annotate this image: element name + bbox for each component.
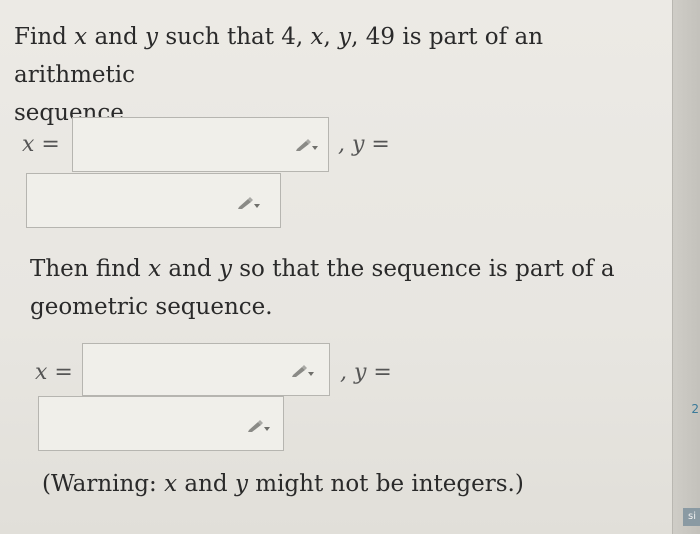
adjacent-window-edge: 2 si	[672, 0, 700, 534]
prompt-text: such that 4,	[158, 24, 311, 50]
edge-badge: si	[683, 508, 700, 526]
arith-x-label: x =	[22, 132, 60, 157]
warning-text: might not be integers.)	[247, 471, 524, 497]
warning-text: and	[177, 471, 235, 497]
geometric-prompt: Then find x and y so that the sequence i…	[30, 250, 650, 326]
var-x: x	[148, 256, 162, 282]
arithmetic-prompt: Find x and y such that 4, x, y, 49 is pa…	[14, 18, 654, 132]
arith-y-label: , y =	[338, 132, 390, 157]
pencil-dropdown-icon[interactable]	[237, 196, 261, 210]
prompt-text: Find	[14, 24, 75, 50]
var-x: x	[74, 24, 88, 50]
warning-note: (Warning: x and y might not be integers.…	[42, 465, 642, 503]
pencil-dropdown-icon[interactable]	[295, 138, 319, 152]
prompt-text: and	[161, 256, 219, 282]
prompt-text: ,	[323, 24, 339, 50]
geom-y-input[interactable]	[38, 396, 284, 451]
prompt-text: so that the sequence is part of a	[231, 256, 615, 282]
prompt-text: Then find	[30, 256, 149, 282]
pencil-dropdown-icon[interactable]	[291, 364, 315, 378]
var-x: x	[164, 471, 178, 497]
arith-x-input[interactable]	[72, 117, 329, 172]
edge-mark: 2	[691, 402, 699, 416]
var-y: y	[145, 24, 159, 50]
geom-x-input[interactable]	[82, 343, 330, 396]
var-x: x	[310, 24, 324, 50]
geom-y-label: , y =	[340, 360, 392, 385]
var-y: y	[218, 256, 232, 282]
arith-y-input[interactable]	[26, 173, 281, 228]
question-card: Find x and y such that 4, x, y, 49 is pa…	[0, 0, 672, 534]
var-y: y	[338, 24, 352, 50]
geom-x-label: x =	[35, 360, 73, 385]
pencil-dropdown-icon[interactable]	[247, 419, 271, 433]
prompt-text: and	[87, 24, 146, 50]
var-y: y	[234, 471, 248, 497]
warning-text: (Warning:	[42, 471, 165, 497]
prompt-text: geometric sequence.	[30, 294, 273, 320]
